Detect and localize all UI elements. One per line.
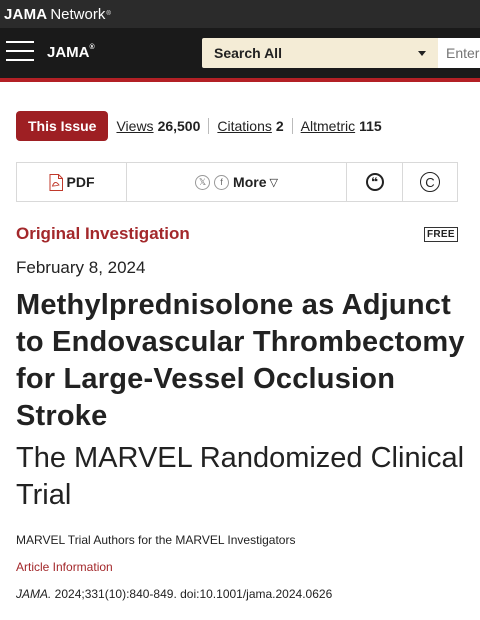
article-citation: JAMA. 2024;331(10):840-849. doi:10.1001/… <box>16 587 332 601</box>
network-brand[interactable]: JAMA <box>4 6 47 23</box>
permissions-button[interactable]: C <box>403 163 457 201</box>
network-bar: JAMA Network ® <box>0 0 480 28</box>
share-more-button[interactable]: 𝕏 f More ▽ <box>127 163 347 201</box>
issue-metrics-row: This Issue Views 26,500 Citations 2 Altm… <box>16 111 382 141</box>
site-header: JAMA® Search All <box>0 28 480 78</box>
metric-divider <box>291 118 293 134</box>
publication-date: February 8, 2024 <box>16 258 146 277</box>
views-metric: Views 26,500 <box>116 118 200 134</box>
views-link[interactable]: Views <box>116 118 153 134</box>
pdf-icon <box>49 173 63 191</box>
article-authors[interactable]: MARVEL Trial Authors for the MARVEL Inve… <box>16 533 295 547</box>
article-subtitle: The MARVEL Randomized Clinical Trial <box>16 442 465 511</box>
this-issue-button[interactable]: This Issue <box>16 111 109 141</box>
altmetric-score: 115 <box>359 118 382 134</box>
network-trademark: ® <box>106 11 111 17</box>
citations-metric: Citations 2 <box>217 118 283 134</box>
citation-details: 2024;331(10):840-849. doi:10.1001/jama.2… <box>51 587 333 601</box>
article-toolbar: PDF 𝕏 f More ▽ ❝ C <box>16 162 458 202</box>
altmetric-link[interactable]: Altmetric <box>301 118 355 134</box>
facebook-icon[interactable]: f <box>214 174 230 190</box>
jama-logo[interactable]: JAMA® <box>47 44 95 61</box>
network-label[interactable]: Network <box>50 6 105 23</box>
citations-link[interactable]: Citations <box>217 118 271 134</box>
pdf-label: PDF <box>66 174 95 190</box>
search-scope-label: Search All <box>214 45 282 61</box>
cite-button[interactable]: ❝ <box>347 163 403 201</box>
search-scope-select[interactable]: Search All <box>202 38 438 68</box>
pdf-button[interactable]: PDF <box>17 163 127 201</box>
logo-mark: ® <box>89 44 95 51</box>
menu-icon[interactable] <box>6 41 34 63</box>
article-information-link[interactable]: Article Information <box>16 560 113 574</box>
x-social-icon[interactable]: 𝕏 <box>195 174 211 190</box>
views-count: 26,500 <box>157 118 201 134</box>
chevron-down-icon <box>418 51 426 56</box>
search-input[interactable] <box>438 38 480 68</box>
article-type[interactable]: Original Investigation <box>16 224 190 244</box>
citations-count: 2 <box>275 118 284 134</box>
header-divider <box>0 78 480 82</box>
altmetric-metric: Altmetric 115 <box>301 118 382 134</box>
copyright-icon: C <box>420 172 440 192</box>
cite-icon: ❝ <box>365 173 384 191</box>
logo-text: JAMA <box>47 44 90 61</box>
free-badge: FREE <box>424 227 458 242</box>
chevron-down-icon: ▽ <box>269 176 278 189</box>
journal-name: JAMA. <box>16 587 52 601</box>
metric-divider <box>208 118 210 134</box>
article-title: Methylprednisolone as Adjunct to Endovas… <box>16 289 465 432</box>
more-label: More <box>233 174 267 190</box>
